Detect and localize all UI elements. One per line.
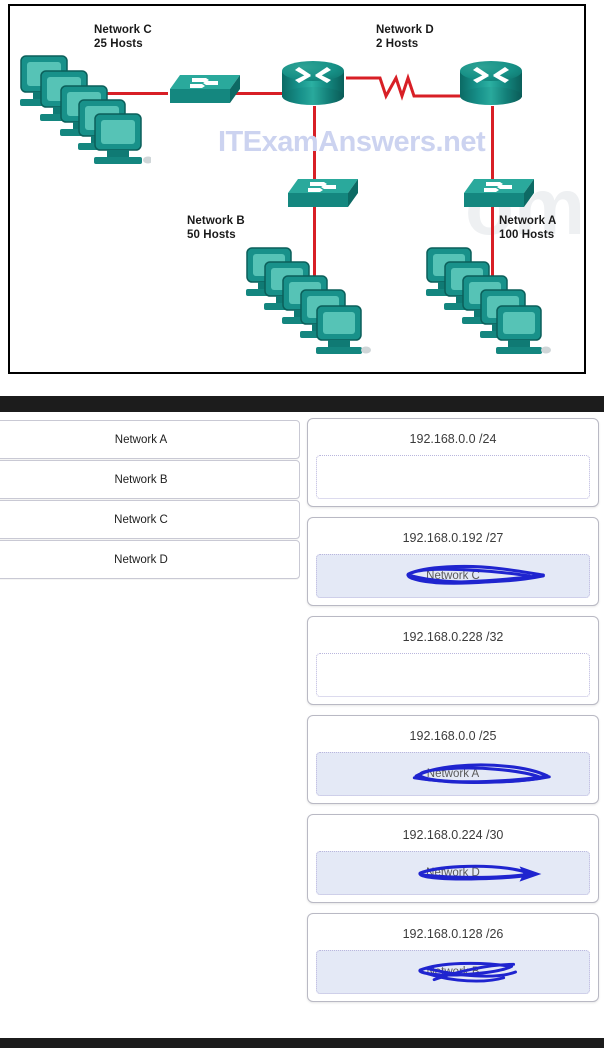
subnet-card: 192.168.0.0 /24 xyxy=(307,418,599,507)
label-network-d: Network D 2 Hosts xyxy=(376,24,434,50)
router-right xyxy=(460,61,522,107)
subnet-address: 192.168.0.0 /24 xyxy=(409,432,497,446)
network-topology-diagram: cc om xyxy=(8,4,586,374)
subnet-dropzone[interactable]: Network A xyxy=(316,752,590,796)
network-label-text: Network C xyxy=(114,513,168,526)
subnet-dropzone[interactable]: Network C xyxy=(316,554,590,598)
scribble-annotation-icon xyxy=(418,961,518,983)
label-network-c: Network C 25 Hosts xyxy=(94,24,152,50)
subnet-dropzone[interactable]: Network B xyxy=(316,950,590,994)
serial-link-wan xyxy=(346,73,476,101)
network-label-item-a[interactable]: Network A xyxy=(0,420,300,459)
network-label-text: Network A xyxy=(114,433,168,446)
scribble-annotation-icon xyxy=(406,564,545,585)
subnet-card: 192.168.0.228 /32 xyxy=(307,616,599,705)
subnet-address: 192.168.0.0 /25 xyxy=(409,729,497,743)
network-label-item-b[interactable]: Network B xyxy=(0,460,300,499)
pc-stack-network-a xyxy=(422,244,552,364)
label-network-b: Network B 50 Hosts xyxy=(187,215,245,241)
network-label-text: Network D xyxy=(114,553,168,566)
watermark-top: ITExamAnswers.net xyxy=(218,126,486,158)
pc-stack-network-c xyxy=(16,52,151,167)
scribble-annotation-icon xyxy=(418,864,542,882)
subnet-dropzone[interactable]: Network D xyxy=(316,851,590,895)
network-label-text: Network B xyxy=(114,473,168,486)
subnet-dropzone[interactable] xyxy=(316,653,590,697)
subnet-card: 192.168.0.0 /25 Network A xyxy=(307,715,599,804)
subnet-matching-exercise: Network A Network B Network C Network D … xyxy=(0,412,604,1036)
subnet-address: 192.168.0.192 /27 xyxy=(402,531,504,545)
network-label-item-d[interactable]: Network D xyxy=(0,540,300,579)
pc-stack-network-b xyxy=(242,244,372,364)
switch-network-c xyxy=(166,69,242,107)
subnet-address: 192.168.0.224 /30 xyxy=(402,828,504,842)
screenshot-root: cc om xyxy=(0,0,604,1048)
ghost-watermark-cc: cc xyxy=(190,371,290,372)
router-left xyxy=(282,61,344,107)
switch-network-b xyxy=(284,173,360,211)
subnet-address: 192.168.0.228 /32 xyxy=(402,630,504,644)
network-label-item-c[interactable]: Network C xyxy=(0,500,300,539)
subnet-card: 192.168.0.224 /30 Network D xyxy=(307,814,599,903)
divider-bar-bottom xyxy=(0,1038,604,1048)
subnet-card: 192.168.0.128 /26 Network B xyxy=(307,913,599,1002)
scribble-annotation-icon xyxy=(412,763,551,784)
network-label-list: Network A Network B Network C Network D xyxy=(0,420,300,580)
subnet-card-list: 192.168.0.0 /24 192.168.0.192 /27 Networ… xyxy=(307,418,599,1012)
label-network-a: Network A 100 Hosts xyxy=(499,215,557,241)
subnet-address: 192.168.0.128 /26 xyxy=(402,927,504,941)
subnet-card: 192.168.0.192 /27 Network C xyxy=(307,517,599,606)
divider-bar-top xyxy=(0,396,604,412)
subnet-dropzone[interactable] xyxy=(316,455,590,499)
switch-network-a xyxy=(460,173,536,211)
